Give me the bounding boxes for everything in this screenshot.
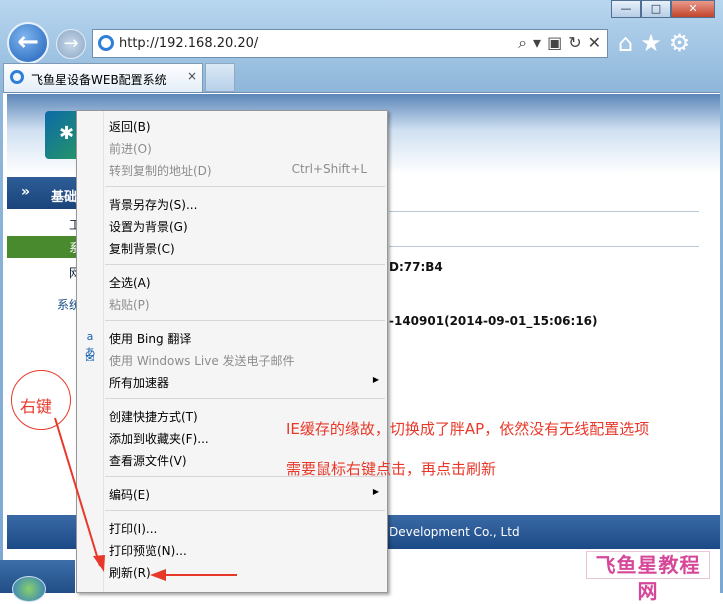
annotation-arrowhead: [93, 555, 105, 572]
annotation-arrowhead: [150, 569, 166, 581]
watermark: 飞鱼星教程网: [586, 551, 710, 603]
annotation-arrows: [54, 417, 237, 581]
annotation-arrow-line: [54, 417, 101, 567]
